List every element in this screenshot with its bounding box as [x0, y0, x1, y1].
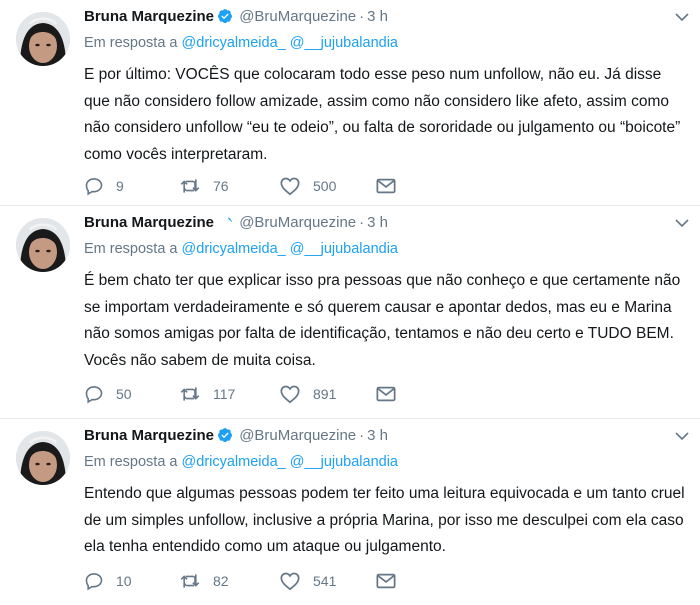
author-handle[interactable]: @BruMarquezine: [239, 427, 356, 444]
verified-badge-icon: [217, 214, 233, 237]
heart-icon: [279, 384, 301, 404]
direct-message-button[interactable]: [376, 569, 396, 593]
mention-link[interactable]: @dricyalmeida_: [182, 241, 286, 257]
chevron-down-icon[interactable]: [674, 425, 690, 454]
envelope-icon: [376, 177, 396, 195]
tweet[interactable]: Bruna Marquezine @BruMarquezine · 3 h Em r…: [0, 0, 700, 206]
timestamp[interactable]: 3 h: [367, 8, 388, 25]
reply-count: 9: [116, 178, 124, 194]
tweet[interactable]: Bruna Marquezine @BruMarquezine · 3 h Em r…: [0, 419, 700, 605]
retweet-icon: [179, 384, 201, 404]
retweet-icon: [179, 176, 201, 196]
separator: ·: [359, 427, 365, 444]
verified-badge-icon: [217, 427, 233, 450]
reply-prefix: Em resposta a: [84, 241, 178, 257]
mention-link[interactable]: @__jujubalandia: [290, 454, 398, 470]
author-handle[interactable]: @BruMarquezine: [239, 8, 356, 25]
avatar[interactable]: [16, 218, 70, 272]
envelope-icon: [376, 572, 396, 590]
retweet-button[interactable]: 76: [179, 174, 229, 198]
tweet[interactable]: Bruna Marquezine @BruMarquezine · 3 h Em r…: [0, 206, 700, 419]
reply-context: Em resposta a @dricyalmeida_ @__jujubala…: [84, 239, 690, 259]
timestamp[interactable]: 3 h: [367, 214, 388, 231]
heart-icon: [279, 176, 301, 196]
mention-link[interactable]: @dricyalmeida_: [182, 35, 286, 51]
mention-link[interactable]: @__jujubalandia: [290, 241, 398, 257]
chevron-down-icon[interactable]: [674, 212, 690, 241]
tweet-text: É bem chato ter que explicar isso pra pe…: [84, 272, 681, 369]
reply-context: Em resposta a @dricyalmeida_ @__jujubala…: [84, 33, 690, 53]
retweet-icon: [179, 571, 201, 591]
avatar[interactable]: [16, 431, 70, 485]
envelope-icon: [376, 385, 396, 403]
reply-icon: [84, 384, 104, 404]
like-count: 541: [313, 573, 337, 589]
author-name[interactable]: Bruna Marquezine: [84, 427, 214, 444]
reply-icon: [84, 571, 104, 591]
mention-link[interactable]: @__jujubalandia: [290, 35, 398, 51]
author-handle[interactable]: @BruMarquezine: [239, 214, 356, 231]
like-count: 500: [313, 178, 337, 194]
reply-count: 10: [116, 573, 132, 589]
author-name[interactable]: Bruna Marquezine: [84, 214, 214, 231]
separator: ·: [359, 214, 365, 231]
retweet-count: 82: [213, 573, 229, 589]
reply-count: 50: [116, 386, 132, 402]
like-button[interactable]: 541: [279, 569, 336, 593]
reply-prefix: Em resposta a: [84, 454, 178, 470]
retweet-button[interactable]: 82: [179, 569, 229, 593]
like-button[interactable]: 891: [279, 382, 336, 406]
like-count: 891: [313, 386, 337, 402]
like-button[interactable]: 500: [279, 174, 336, 198]
chevron-down-icon[interactable]: [674, 6, 690, 35]
reply-button[interactable]: 50: [84, 382, 132, 406]
timestamp[interactable]: 3 h: [367, 427, 388, 444]
direct-message-button[interactable]: [376, 382, 396, 406]
retweet-count: 76: [213, 178, 229, 194]
retweet-count: 117: [213, 386, 236, 402]
author-name[interactable]: Bruna Marquezine: [84, 8, 214, 25]
reply-context: Em resposta a @dricyalmeida_ @__jujubala…: [84, 452, 690, 472]
reply-button[interactable]: 9: [84, 174, 124, 198]
reply-prefix: Em resposta a: [84, 35, 178, 51]
reply-icon: [84, 176, 104, 196]
direct-message-button[interactable]: [376, 174, 396, 198]
tweet-text: Entendo que algumas pessoas podem ter fe…: [84, 485, 685, 555]
verified-badge-icon: [217, 8, 233, 31]
mention-link[interactable]: @dricyalmeida_: [182, 454, 286, 470]
tweet-text: E por último: VOCÊS que colocaram todo e…: [84, 66, 681, 163]
separator: ·: [359, 8, 365, 25]
reply-button[interactable]: 10: [84, 569, 132, 593]
heart-icon: [279, 571, 301, 591]
avatar[interactable]: [16, 12, 70, 66]
retweet-button[interactable]: 117: [179, 382, 235, 406]
